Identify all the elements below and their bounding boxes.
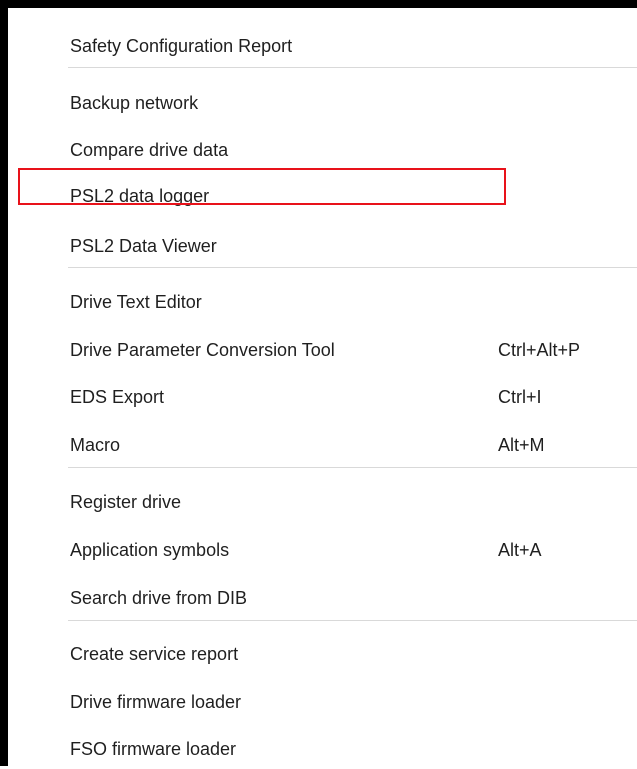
menu-item-register-drive[interactable]: Register drive: [8, 482, 637, 522]
menu-item-shortcut: Alt+M: [498, 434, 545, 455]
menu-item-shortcut: Ctrl+I: [498, 386, 542, 407]
menu-separator: [68, 267, 637, 268]
menu-item-drive-firmware-loader[interactable]: Drive firmware loader: [8, 682, 637, 722]
menu-item-label: PSL2 data logger: [70, 185, 210, 206]
context-menu: Safety Configuration Report Backup netwo…: [0, 0, 637, 766]
menu-item-shortcut: Ctrl+Alt+P: [498, 339, 581, 360]
menu-item-drive-parameter-conversion-tool[interactable]: Drive Parameter Conversion Tool Ctrl+Alt…: [8, 330, 637, 370]
menu-item-eds-export[interactable]: EDS Export Ctrl+I: [8, 377, 637, 417]
menu-item-search-drive-from-dib[interactable]: Search drive from DIB: [8, 578, 637, 618]
menu-item-label: Drive firmware loader: [70, 691, 242, 712]
menu-item-safety-configuration-report[interactable]: Safety Configuration Report: [8, 26, 637, 66]
menu-item-label: Register drive: [70, 491, 182, 512]
menu-item-label: Application symbols: [70, 539, 230, 560]
menu-item-label: Safety Configuration Report: [70, 35, 293, 56]
menu-item-label: Search drive from DIB: [70, 587, 248, 608]
menu-item-label: Drive Text Editor: [70, 291, 202, 312]
menu-separator: [68, 620, 637, 621]
menu-item-fso-firmware-loader[interactable]: FSO firmware loader: [8, 729, 637, 769]
menu-item-shortcut: Alt+A: [498, 539, 542, 560]
menu-item-compare-drive-data[interactable]: Compare drive data: [8, 130, 637, 170]
menu-item-label: Macro: [70, 434, 121, 455]
menu-item-application-symbols[interactable]: Application symbols Alt+A: [8, 530, 637, 570]
menu-separator: [68, 67, 637, 68]
menu-item-label: Compare drive data: [70, 139, 229, 160]
menu-item-drive-text-editor[interactable]: Drive Text Editor: [8, 282, 637, 322]
menu-item-label: FSO firmware loader: [70, 738, 237, 759]
menu-item-psl2-data-viewer[interactable]: PSL2 Data Viewer: [8, 226, 637, 266]
menu-item-label: Create service report: [70, 643, 239, 664]
menu-item-label: Drive Parameter Conversion Tool: [70, 339, 335, 360]
menu-separator: [68, 467, 637, 468]
menu-item-create-service-report[interactable]: Create service report: [8, 634, 637, 674]
menu-item-macro[interactable]: Macro Alt+M: [8, 425, 637, 465]
menu-item-psl2-data-logger[interactable]: PSL2 data logger: [8, 176, 637, 216]
menu-item-label: PSL2 Data Viewer: [70, 235, 217, 256]
menu-item-label: Backup network: [70, 92, 199, 113]
menu-item-backup-network[interactable]: Backup network: [8, 83, 637, 123]
menu-item-label: EDS Export: [70, 386, 165, 407]
